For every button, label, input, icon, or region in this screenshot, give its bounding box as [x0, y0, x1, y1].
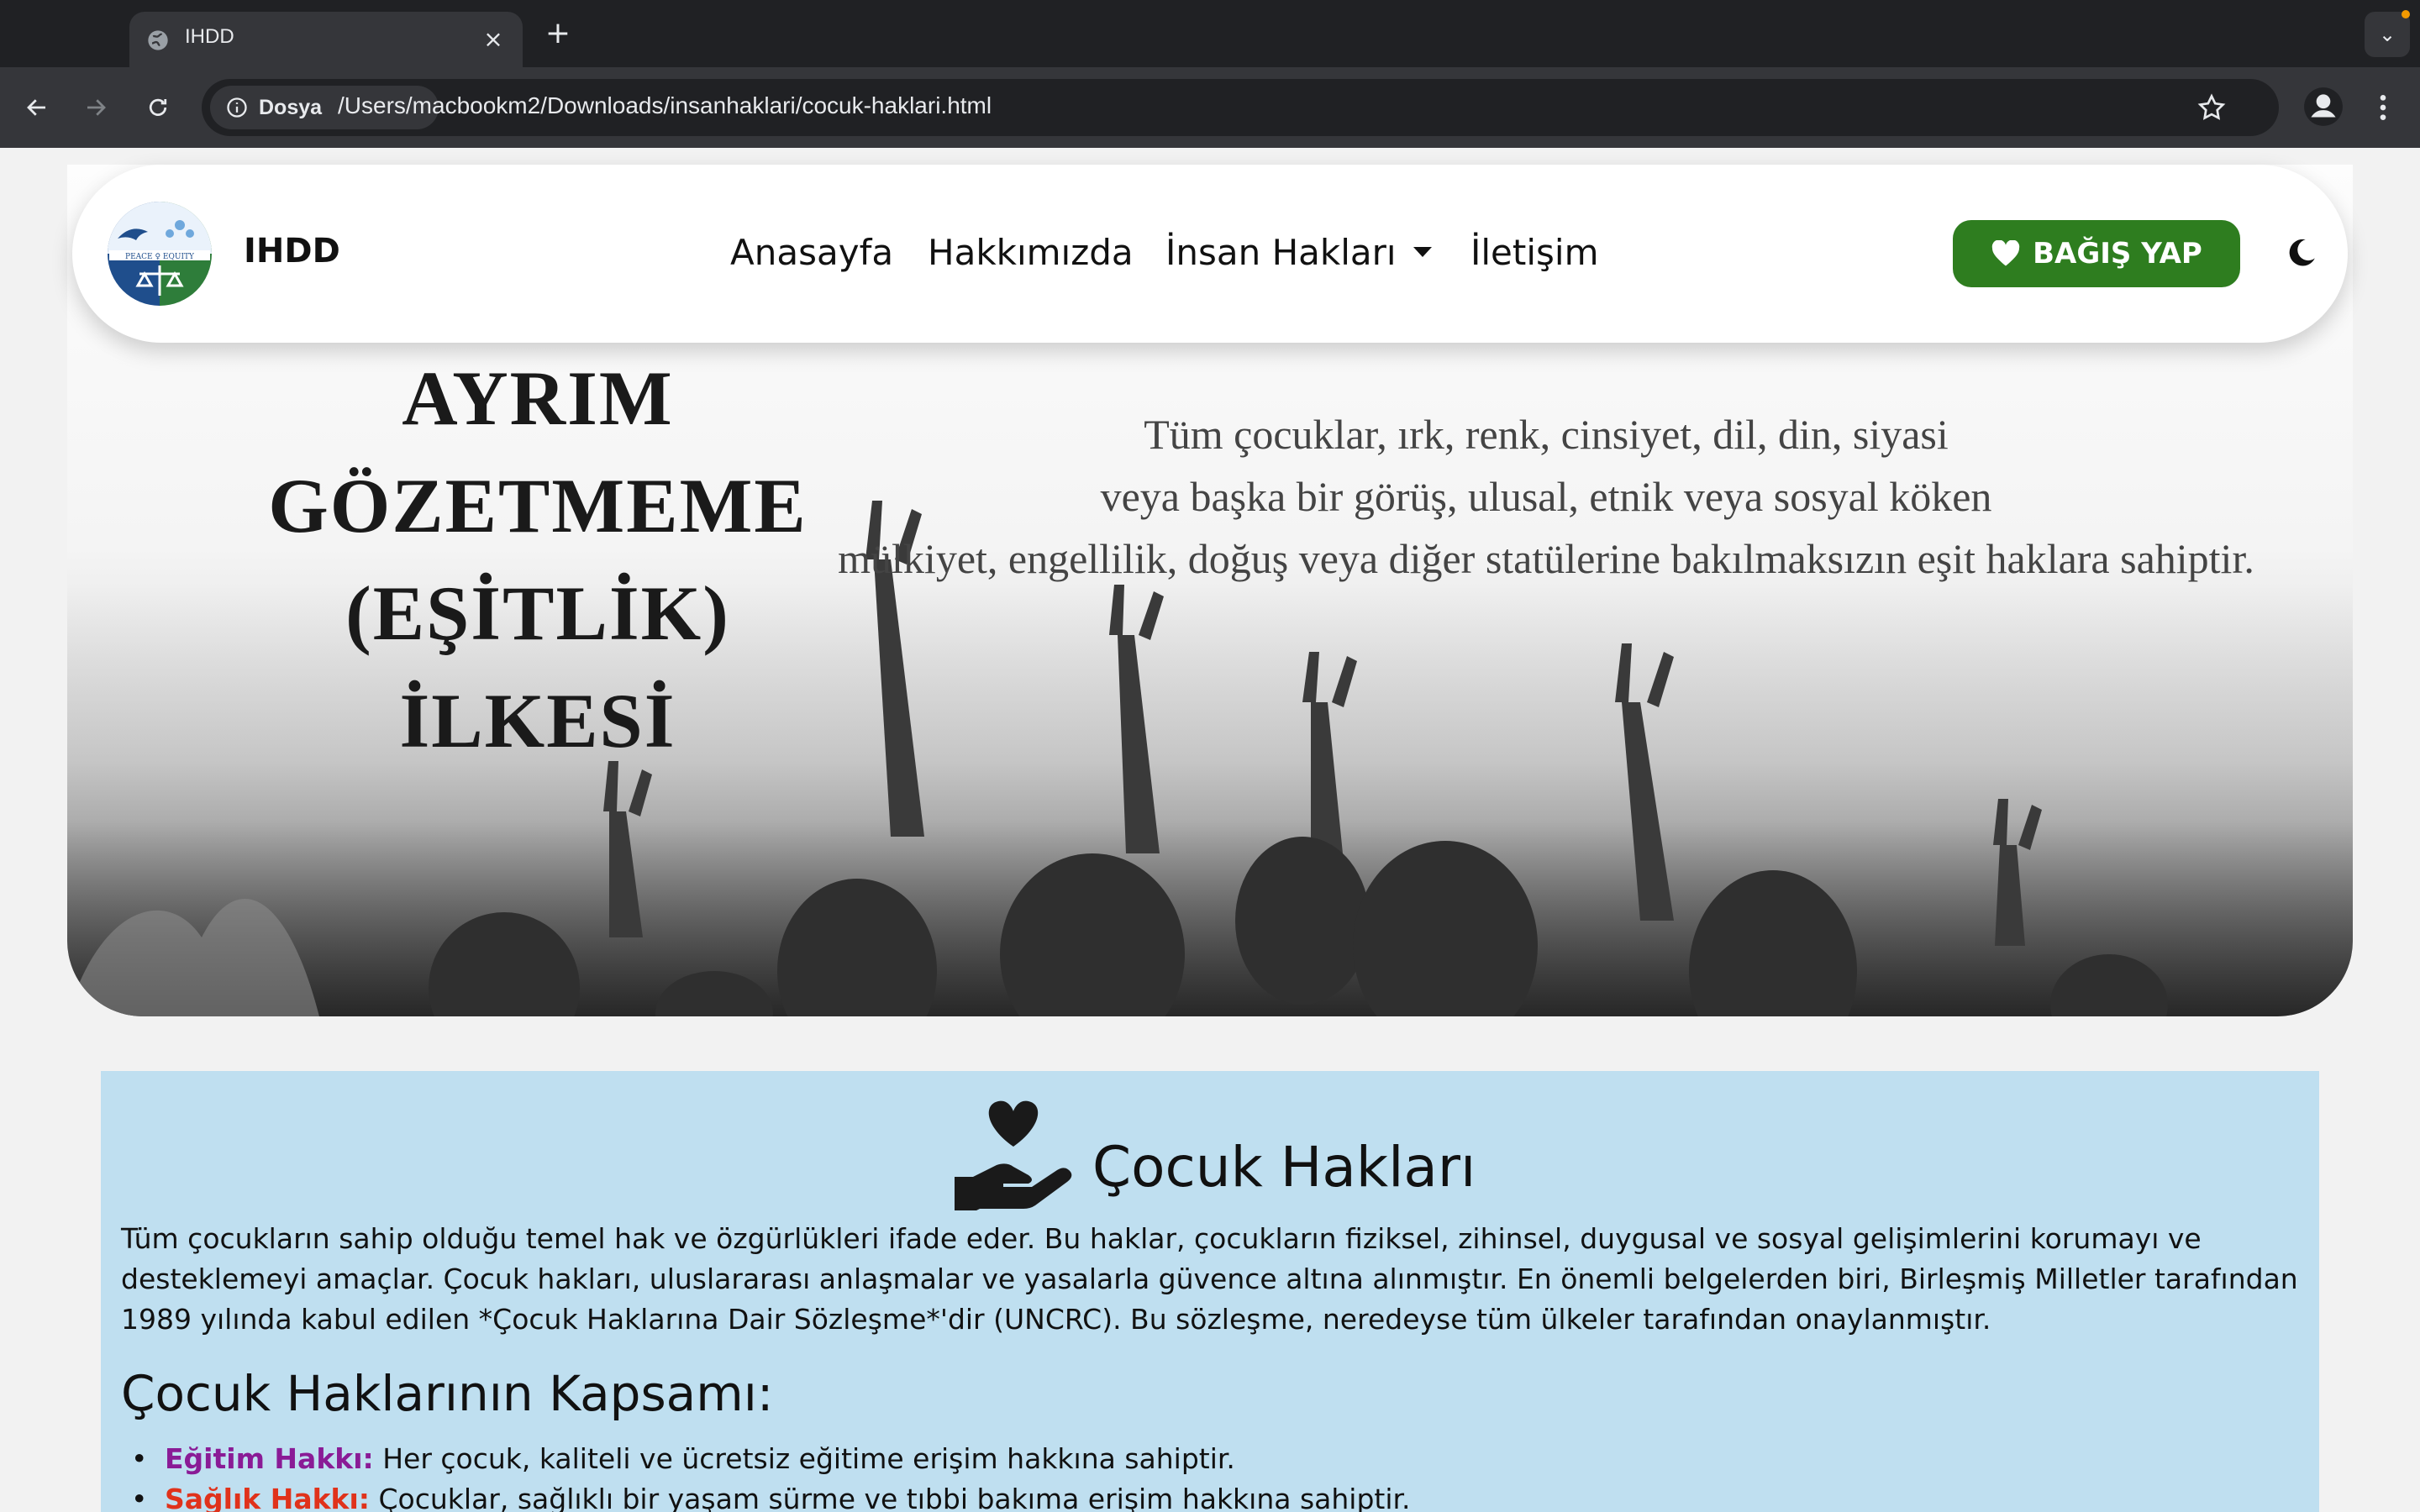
nav-link-contact[interactable]: İletişim	[1470, 232, 1599, 273]
bookmark-star-icon[interactable]	[2196, 92, 2227, 123]
tab-list-button[interactable]: ⌄	[2365, 12, 2410, 57]
info-icon	[227, 97, 247, 118]
right-text: Çocuklar, sağlıklı bir yaşam sürme ve tı…	[370, 1483, 1411, 1512]
svg-text:PEACE ♀ EQUITY: PEACE ♀ EQUITY	[125, 253, 195, 261]
globe-icon	[148, 30, 168, 50]
list-item: Eğitim Hakkı: Her çocuk, kaliteli ve ücr…	[121, 1439, 1411, 1479]
rights-list: Eğitim Hakkı: Her çocuk, kaliteli ve ücr…	[121, 1439, 1411, 1512]
arrow-right-icon	[87, 99, 106, 116]
browser-tab[interactable]: IHDD ×	[129, 12, 523, 67]
intro-paragraph: Tüm çocukların sahip olduğu temel hak ve…	[121, 1222, 2298, 1336]
browser-toolbar: Dosya /Users/macbookm2/Downloads/insanha…	[0, 67, 2420, 148]
tab-title: IHDD	[185, 25, 234, 48]
section-title: Çocuk Hakları	[1092, 1135, 1476, 1200]
hero-text-line: Tüm çocuklar, ırk, renk, cinsiyet, dil, …	[1144, 411, 1949, 458]
right-text: Her çocuk, kaliteli ve ücretsiz eğitime …	[373, 1442, 1235, 1475]
hero-text-line: veya başka bir görüş, ulusal, etnik veya…	[1100, 473, 1992, 520]
caret-down-icon	[1413, 246, 1432, 257]
hero-text-line: mülkiyet, engellilik, doğuş veya diğer s…	[838, 535, 2254, 582]
site-navbar: PEACE ♀ EQUITY IHDD Anasayfa Hakkımızda …	[72, 165, 2348, 343]
url-text[interactable]: /Users/macbookm2/Downloads/insanhaklari/…	[338, 92, 992, 119]
hand-holding-heart-icon	[955, 1100, 1072, 1210]
more-menu-icon[interactable]	[2366, 91, 2400, 124]
brand-name[interactable]: IHDD	[244, 232, 340, 270]
profile-icon[interactable]	[2302, 86, 2344, 128]
list-item: Sağlık Hakkı: Çocuklar, sağlıklı bir yaş…	[121, 1479, 1411, 1512]
donate-button[interactable]: BAĞIŞ YAP	[1953, 220, 2240, 287]
close-tab-icon[interactable]: ×	[481, 27, 506, 52]
heart-icon	[1991, 240, 2020, 266]
arrow-left-icon	[27, 99, 45, 116]
reload-button[interactable]	[138, 87, 178, 128]
reload-icon	[149, 98, 167, 116]
forward-button[interactable]	[76, 87, 116, 128]
nav-link-home[interactable]: Anasayfa	[730, 232, 893, 273]
back-button[interactable]	[17, 87, 57, 128]
scope-subtitle: Çocuk Haklarının Kapsamı:	[121, 1365, 774, 1422]
nav-link-human-rights-dropdown[interactable]: İnsan Hakları	[1165, 232, 1432, 273]
donate-label: BAĞIŞ YAP	[2033, 237, 2202, 270]
right-label-education: Eğitim Hakkı:	[165, 1442, 374, 1475]
right-label-health: Sağlık Hakkı:	[165, 1483, 371, 1512]
notification-dot	[2402, 10, 2410, 18]
moon-icon[interactable]	[2286, 237, 2317, 269]
hero-text: Tüm çocuklar, ırk, renk, cinsiyet, dil, …	[756, 403, 2336, 590]
new-tab-button[interactable]: +	[541, 17, 575, 50]
ihdd-logo[interactable]: PEACE ♀ EQUITY	[106, 200, 213, 307]
child-rights-section: Çocuk Hakları Tüm çocukların sahip olduğ…	[101, 1071, 2319, 1512]
browser-tab-bar: IHDD × + ⌄	[0, 0, 2420, 67]
site-chip-label: Dosya	[259, 96, 323, 119]
nav-link-about[interactable]: Hakkımızda	[928, 232, 1134, 273]
address-bar[interactable]: Dosya /Users/macbookm2/Downloads/insanha…	[202, 79, 2279, 136]
hero-title-line: İLKESİ	[399, 678, 676, 764]
nav-link-human-rights-label: İnsan Hakları	[1165, 232, 1397, 273]
